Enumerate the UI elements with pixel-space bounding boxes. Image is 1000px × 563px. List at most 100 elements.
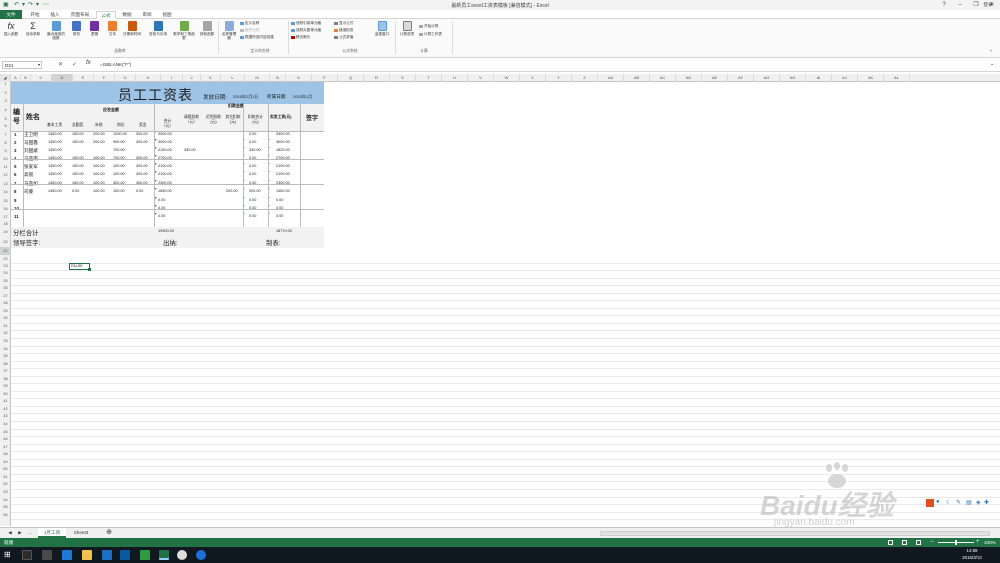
task-view-icon[interactable] xyxy=(42,550,52,560)
excel-active-icon[interactable] xyxy=(159,550,169,560)
keyboard-icon[interactable]: ▤ xyxy=(966,499,972,506)
record-name[interactable]: 刘国斌 xyxy=(24,148,38,154)
record-leave[interactable]: 330.00 xyxy=(184,148,196,152)
zoom-slider-thumb[interactable] xyxy=(955,540,957,545)
record-net[interactable]: 1450.00 xyxy=(276,189,290,193)
record-name[interactable]: 司睿 xyxy=(24,189,33,195)
sheet-nav-more-icon[interactable]: … xyxy=(26,528,34,538)
record-post[interactable]: 100.00 xyxy=(113,172,125,176)
sheet-tab-january[interactable]: 1月工资 xyxy=(38,528,66,538)
record-name[interactable]: 张爱军 xyxy=(24,164,38,170)
record-deduct-total[interactable]: 0.00 xyxy=(249,214,256,218)
selected-cell-d21[interactable]: FALSE xyxy=(69,263,90,270)
record-post[interactable]: 700.00 xyxy=(113,148,125,152)
record-allowance[interactable]: 150.00 xyxy=(72,132,84,136)
record-no[interactable]: 3 xyxy=(14,148,16,153)
toolbar-icon-3[interactable]: ✎ xyxy=(956,499,961,506)
fill-handle[interactable] xyxy=(88,268,91,271)
record-net[interactable]: 0.00 xyxy=(276,214,283,218)
excel-app-icon[interactable] xyxy=(140,550,150,560)
record-total[interactable]: 2100.00 xyxy=(158,164,172,168)
sheet-nav-prev-icon[interactable]: ◀ xyxy=(6,528,14,538)
horizontal-scrollbar[interactable] xyxy=(600,531,990,536)
record-deduct-total[interactable]: 0.00 xyxy=(249,140,256,144)
record-no[interactable]: 1 xyxy=(14,132,16,137)
record-post[interactable]: 900.00 xyxy=(113,140,125,144)
record-total[interactable]: 0.00 xyxy=(158,214,165,218)
new-sheet-button[interactable]: ⊕ xyxy=(104,528,114,538)
record-allowance[interactable]: 0.00 xyxy=(72,189,79,193)
record-allowance[interactable]: 150.00 xyxy=(72,140,84,144)
record-allowance[interactable]: 150.00 xyxy=(72,172,84,176)
normal-view-icon[interactable] xyxy=(888,540,893,545)
record-base[interactable]: 1450.00 xyxy=(48,132,62,136)
record-total[interactable]: 3000.00 xyxy=(158,140,172,144)
app-icon-2[interactable] xyxy=(177,550,187,560)
toolbar-icon-4[interactable]: ◈ xyxy=(976,499,981,506)
record-no[interactable]: 6 xyxy=(14,172,16,177)
record-subsidy[interactable]: 200.00 xyxy=(93,140,105,144)
record-deduct-total[interactable]: 0.00 xyxy=(249,132,256,136)
file-explorer-icon[interactable] xyxy=(82,550,92,560)
record-base[interactable]: 1450.00 xyxy=(48,172,62,176)
zoom-out-icon[interactable]: − xyxy=(930,538,934,547)
record-base[interactable]: 1450.00 xyxy=(48,164,62,168)
record-subsidy[interactable]: 100.00 xyxy=(93,172,105,176)
page-layout-view-icon[interactable] xyxy=(902,540,907,545)
sheet-tab-sheet3[interactable]: Sheet3 xyxy=(68,528,94,538)
record-total[interactable]: 1650.00 xyxy=(158,189,172,193)
record-total[interactable]: 2150.00 xyxy=(158,148,172,152)
toolbar-icon-1[interactable]: ● xyxy=(936,499,940,505)
record-subsidy[interactable]: 200.00 xyxy=(93,132,105,136)
record-no[interactable]: 9 xyxy=(14,198,16,203)
ime-icon[interactable] xyxy=(926,499,934,507)
record-net[interactable]: 1820.00 xyxy=(276,148,290,152)
record-post[interactable]: 100.00 xyxy=(113,189,125,193)
record-net[interactable]: 2100.00 xyxy=(276,172,290,176)
help-app-icon[interactable] xyxy=(196,550,206,560)
search-icon[interactable] xyxy=(22,550,32,560)
toolbar-icon-5[interactable]: ✚ xyxy=(984,499,989,506)
edge-icon[interactable] xyxy=(62,550,72,560)
record-post[interactable]: 100.00 xyxy=(113,164,125,168)
record-no[interactable]: 11 xyxy=(14,214,19,219)
sheet-nav-next-icon[interactable]: ▶ xyxy=(16,528,24,538)
record-name[interactable]: 王卫明 xyxy=(24,132,38,138)
record-no[interactable]: 5 xyxy=(14,164,16,169)
record-bonus[interactable]: 0.00 xyxy=(136,189,143,193)
record-deduct-total[interactable]: 0.00 xyxy=(249,198,256,202)
record-bonus[interactable]: 300.00 xyxy=(136,172,148,176)
toolbar-icon-2[interactable]: ☾ xyxy=(946,499,951,506)
record-total[interactable]: 2100.00 xyxy=(158,172,172,176)
record-subsidy[interactable]: 100.00 xyxy=(93,164,105,168)
record-name[interactable]: 马国鑫 xyxy=(24,140,38,146)
record-name[interactable]: 高丽 xyxy=(24,172,33,178)
record-no[interactable]: 8 xyxy=(14,189,16,194)
store-icon[interactable] xyxy=(102,550,112,560)
record-allowance[interactable]: 150.00 xyxy=(72,164,84,168)
record-base[interactable]: 1450.00 xyxy=(48,148,62,152)
record-bonus[interactable]: 300.00 xyxy=(136,132,148,136)
record-subsidy[interactable]: 100.00 xyxy=(93,189,105,193)
record-net[interactable]: 2100.00 xyxy=(276,164,290,168)
record-base[interactable]: 1450.00 xyxy=(48,140,62,144)
record-base[interactable]: 1450.00 xyxy=(48,189,62,193)
zoom-in-icon[interactable]: + xyxy=(976,538,980,547)
record-deduct-total[interactable]: 200.00 xyxy=(249,189,261,193)
record-net[interactable]: 3000.00 xyxy=(276,140,290,144)
record-deduct-total[interactable]: 0.00 xyxy=(249,172,256,176)
zoom-level[interactable]: 100% xyxy=(984,538,996,547)
record-deduct-total[interactable]: 330.00 xyxy=(249,148,261,152)
record-post[interactable]: 1200.00 xyxy=(113,132,127,136)
record-bonus[interactable]: 300.00 xyxy=(136,164,148,168)
record-deduct-total[interactable]: 0.00 xyxy=(249,164,256,168)
app-icon[interactable] xyxy=(120,550,130,560)
start-icon[interactable]: ⊞ xyxy=(4,550,14,560)
record-net[interactable]: 3300.00 xyxy=(276,132,290,136)
page-break-view-icon[interactable] xyxy=(916,540,921,545)
record-bonus[interactable]: 300.00 xyxy=(136,140,148,144)
record-net[interactable]: 0.00 xyxy=(276,198,283,202)
record-total[interactable]: 0.00 xyxy=(158,198,165,202)
record-other[interactable]: 200.00 xyxy=(226,189,238,193)
record-no[interactable]: 2 xyxy=(14,140,16,145)
